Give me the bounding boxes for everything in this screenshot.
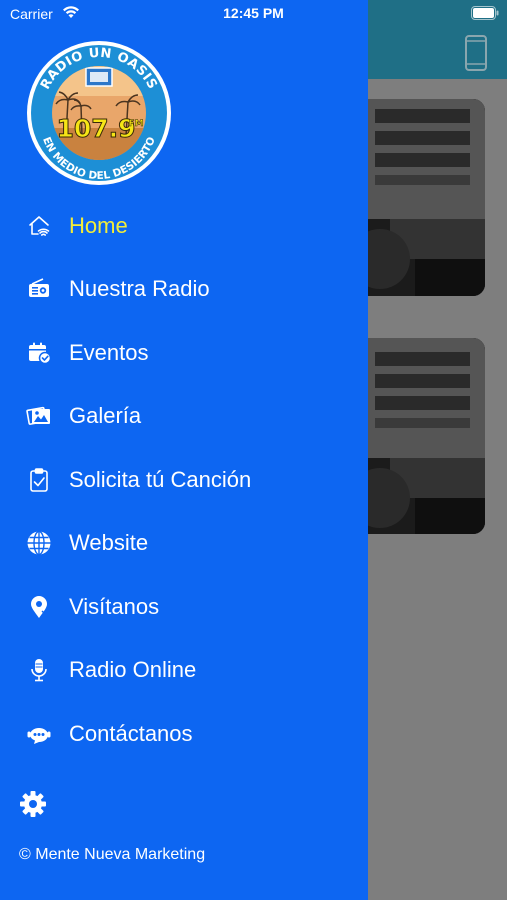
menu-item-nuestra-radio[interactable]: Nuestra Radio (0, 260, 368, 316)
menu-item-label: Eventos (69, 340, 149, 365)
radio-icon (26, 276, 52, 302)
menu-item-label: Nuestra Radio (69, 276, 210, 301)
menu-item-radio-online[interactable]: Radio Online (0, 641, 368, 697)
menu-item-eventos[interactable]: Eventos (0, 324, 368, 380)
map-pin-icon (26, 594, 52, 620)
gallery-icon (26, 403, 52, 429)
menu-item-solicita-cancion[interactable]: Solicita tú Canción (0, 451, 368, 507)
home-wifi-icon (26, 213, 52, 239)
logo-frequency: 107.9 (56, 114, 135, 143)
menu-item-galeria[interactable]: Galería (0, 387, 368, 443)
navigation-drawer: RADIO UN OASIS EN MEDIO DEL DESIERTO 107… (0, 0, 368, 900)
clipboard-check-icon (26, 467, 52, 493)
menu-item-label: Galería (69, 403, 142, 428)
menu-item-label: Website (69, 530, 149, 555)
menu-item-label: Radio Online (69, 657, 197, 682)
menu-item-website[interactable]: Website (0, 514, 368, 570)
status-bar: Carrier 12:45 PM (0, 0, 507, 28)
menu-item-visitanos[interactable]: Visítanos (0, 578, 368, 634)
menu-item-label: Home (69, 213, 128, 238)
menu-item-label: Contáctanos (69, 721, 193, 746)
menu-item-label: Solicita tú Canción (69, 467, 252, 492)
menu-item-home[interactable]: Home (0, 197, 368, 253)
gear-icon[interactable] (19, 790, 47, 818)
chat-bubble-icon (26, 721, 52, 747)
menu-item-contactanos[interactable]: Contáctanos (0, 705, 368, 761)
clock-time: 12:45 PM (223, 5, 284, 21)
logo-band: FM (128, 119, 143, 129)
menu-item-label: Visítanos (69, 594, 160, 619)
microphone-icon (26, 657, 52, 683)
radio-station-logo[interactable]: RADIO UN OASIS EN MEDIO DEL DESIERTO 107… (26, 40, 172, 186)
phone-icon[interactable] (464, 35, 488, 71)
battery-icon (471, 6, 499, 20)
copyright-footer: © Mente Nueva Marketing (19, 846, 206, 863)
calendar-check-icon (26, 340, 52, 366)
globe-icon (26, 530, 52, 556)
